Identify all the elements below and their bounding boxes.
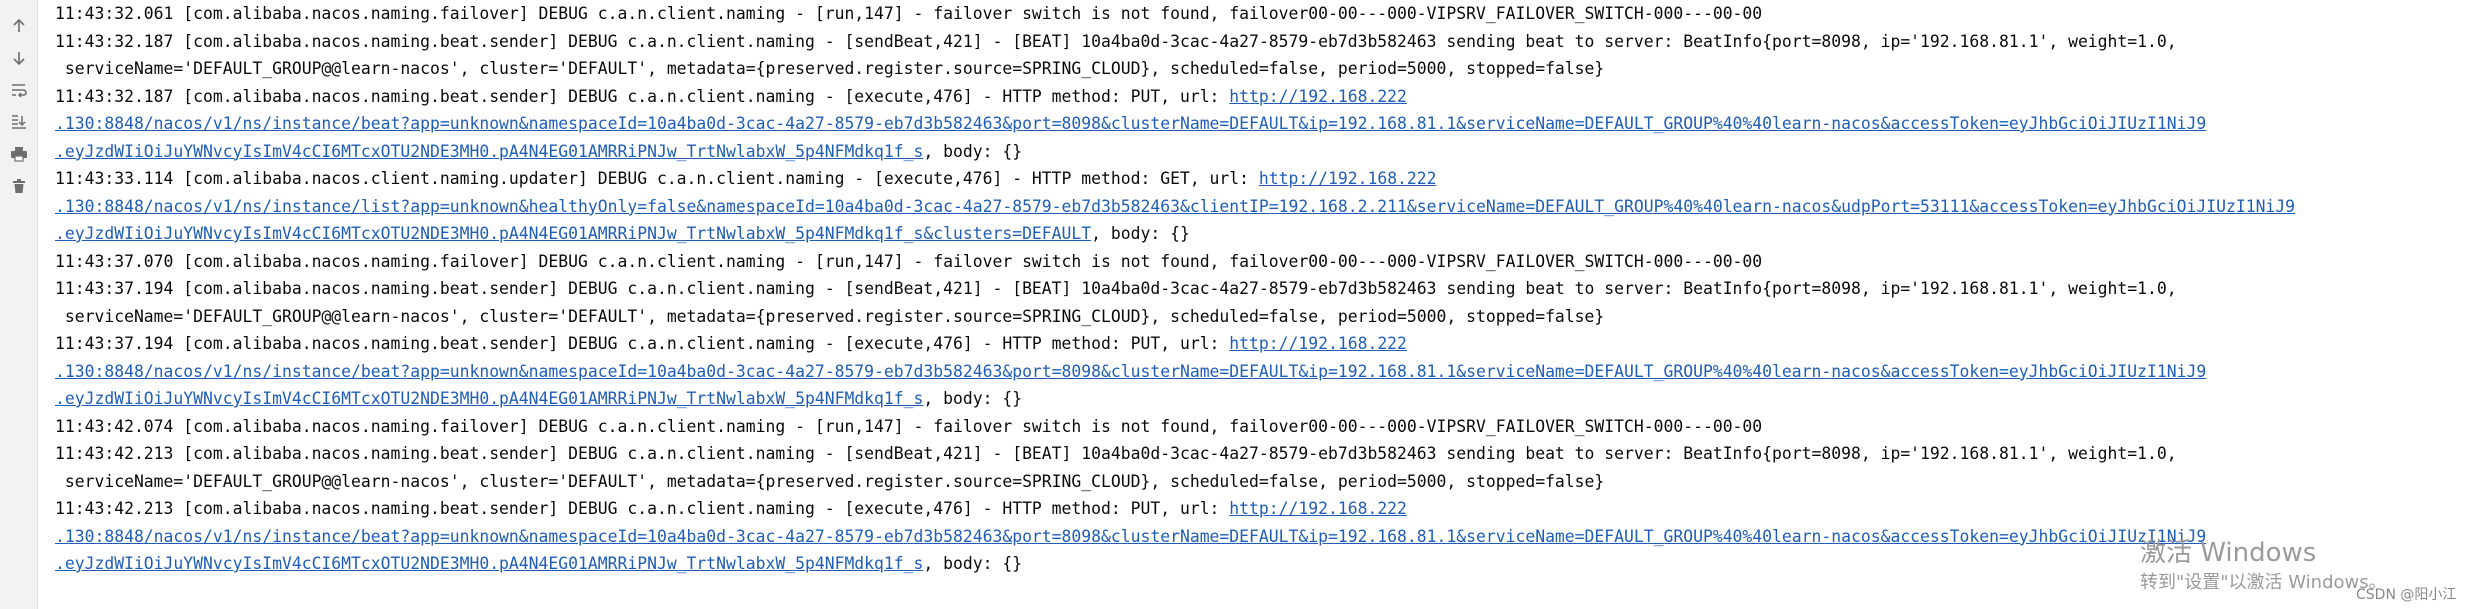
log-line: 11:43:42.213 [com.alibaba.nacos.naming.b… <box>55 495 2470 523</box>
watermark-title: 激活 Windows <box>2140 538 2317 568</box>
log-line: 11:43:37.070 [com.alibaba.nacos.naming.f… <box>55 248 2470 276</box>
log-url-link[interactable]: .130:8848/nacos/v1/ns/instance/list?app=… <box>55 197 2295 216</box>
log-url-link[interactable]: .eyJzdWIiOiJuYWNvcyIsImV4cCI6MTcxOTU2NDE… <box>55 224 1091 243</box>
log-url-link[interactable]: .130:8848/nacos/v1/ns/instance/beat?app=… <box>55 527 2206 546</box>
log-text-suffix: , body: {} <box>1091 224 1190 243</box>
log-line: 11:43:42.074 [com.alibaba.nacos.naming.f… <box>55 413 2470 441</box>
down-arrow-icon[interactable] <box>7 46 31 70</box>
soft-wrap-icon[interactable] <box>7 78 31 102</box>
log-line: 11:43:42.213 [com.alibaba.nacos.naming.b… <box>55 440 2470 468</box>
log-line: 11:43:37.194 [com.alibaba.nacos.naming.b… <box>55 275 2470 303</box>
log-text-suffix: , body: {} <box>923 389 1023 408</box>
up-arrow-icon[interactable] <box>7 14 31 38</box>
log-line: .130:8848/nacos/v1/ns/instance/beat?app=… <box>55 523 2470 551</box>
windows-activation-watermark: 激活 Windows 转到"设置"以激活 Windows。 <box>2140 538 2387 596</box>
log-url-link[interactable]: .130:8848/nacos/v1/ns/instance/beat?app=… <box>55 114 2206 133</box>
log-text-suffix: , body: {} <box>923 554 1023 573</box>
log-line: 11:43:32.187 [com.alibaba.nacos.naming.b… <box>55 28 2470 56</box>
log-line: serviceName='DEFAULT_GROUP@@learn-nacos'… <box>55 303 2470 331</box>
log-line: .130:8848/nacos/v1/ns/instance/beat?app=… <box>55 110 2470 138</box>
log-line: 11:43:33.114 [com.alibaba.nacos.client.n… <box>55 165 2470 193</box>
log-text: 11:43:37.194 [com.alibaba.nacos.naming.b… <box>55 279 2177 298</box>
console-toolbar <box>0 0 38 609</box>
log-text: 11:43:42.213 [com.alibaba.nacos.naming.b… <box>55 444 2177 463</box>
log-text: 11:43:32.187 [com.alibaba.nacos.naming.b… <box>55 86 1230 106</box>
log-url-link[interactable]: .eyJzdWIiOiJuYWNvcyIsImV4cCI6MTcxOTU2NDE… <box>55 554 923 573</box>
log-url-link[interactable]: .eyJzdWIiOiJuYWNvcyIsImV4cCI6MTcxOTU2NDE… <box>55 389 923 408</box>
log-line: serviceName='DEFAULT_GROUP@@learn-nacos'… <box>55 55 2470 83</box>
log-url-link[interactable]: http://192.168.222 <box>1229 499 1407 518</box>
log-url-link[interactable]: http://192.168.222 <box>1229 87 1407 106</box>
log-url-link[interactable]: .eyJzdWIiOiJuYWNvcyIsImV4cCI6MTcxOTU2NDE… <box>55 142 923 161</box>
print-icon[interactable] <box>7 142 31 166</box>
log-line: .eyJzdWIiOiJuYWNvcyIsImV4cCI6MTcxOTU2NDE… <box>55 550 2470 578</box>
console-output[interactable]: 11:43:32.061 [com.alibaba.nacos.naming.f… <box>55 0 2470 609</box>
log-text: 11:43:32.187 [com.alibaba.nacos.naming.b… <box>55 31 2177 51</box>
log-line: .eyJzdWIiOiJuYWNvcyIsImV4cCI6MTcxOTU2NDE… <box>55 138 2470 166</box>
log-line: .130:8848/nacos/v1/ns/instance/list?app=… <box>55 193 2470 221</box>
log-text-suffix: , body: {} <box>923 141 1023 161</box>
log-text: 11:43:42.213 [com.alibaba.nacos.naming.b… <box>55 499 1230 518</box>
log-line: 11:43:32.187 [com.alibaba.nacos.naming.b… <box>55 83 2470 111</box>
log-line: 11:43:37.194 [com.alibaba.nacos.naming.b… <box>55 330 2470 358</box>
log-line: .eyJzdWIiOiJuYWNvcyIsImV4cCI6MTcxOTU2NDE… <box>55 385 2470 413</box>
log-line: 11:43:32.061 [com.alibaba.nacos.naming.f… <box>55 0 2470 28</box>
log-text: 11:43:32.061 [com.alibaba.nacos.naming.f… <box>55 4 1763 23</box>
csdn-credit: CSDN @阳小江 <box>2356 587 2457 603</box>
log-text: 11:43:33.114 [com.alibaba.nacos.client.n… <box>55 169 1259 188</box>
log-line: .130:8848/nacos/v1/ns/instance/beat?app=… <box>55 358 2470 386</box>
log-text: 11:43:37.070 [com.alibaba.nacos.naming.f… <box>55 251 1763 271</box>
log-text: 11:43:37.194 [com.alibaba.nacos.naming.b… <box>55 334 1230 353</box>
log-text: serviceName='DEFAULT_GROUP@@learn-nacos'… <box>55 306 1605 326</box>
log-text: serviceName='DEFAULT_GROUP@@learn-nacos'… <box>55 59 1605 78</box>
log-text: serviceName='DEFAULT_GROUP@@learn-nacos'… <box>55 471 1605 491</box>
watermark-subtitle: 转到"设置"以激活 Windows。 <box>2140 572 2387 593</box>
log-url-link[interactable]: http://192.168.222 <box>1259 169 1437 188</box>
log-text: 11:43:42.074 [com.alibaba.nacos.naming.f… <box>55 416 1763 436</box>
log-line: .eyJzdWIiOiJuYWNvcyIsImV4cCI6MTcxOTU2NDE… <box>55 220 2470 248</box>
log-line: serviceName='DEFAULT_GROUP@@learn-nacos'… <box>55 468 2470 496</box>
scroll-to-end-icon[interactable] <box>7 110 31 134</box>
trash-icon[interactable] <box>7 174 31 198</box>
log-url-link[interactable]: http://192.168.222 <box>1229 334 1407 353</box>
log-url-link[interactable]: .130:8848/nacos/v1/ns/instance/beat?app=… <box>55 362 2206 381</box>
